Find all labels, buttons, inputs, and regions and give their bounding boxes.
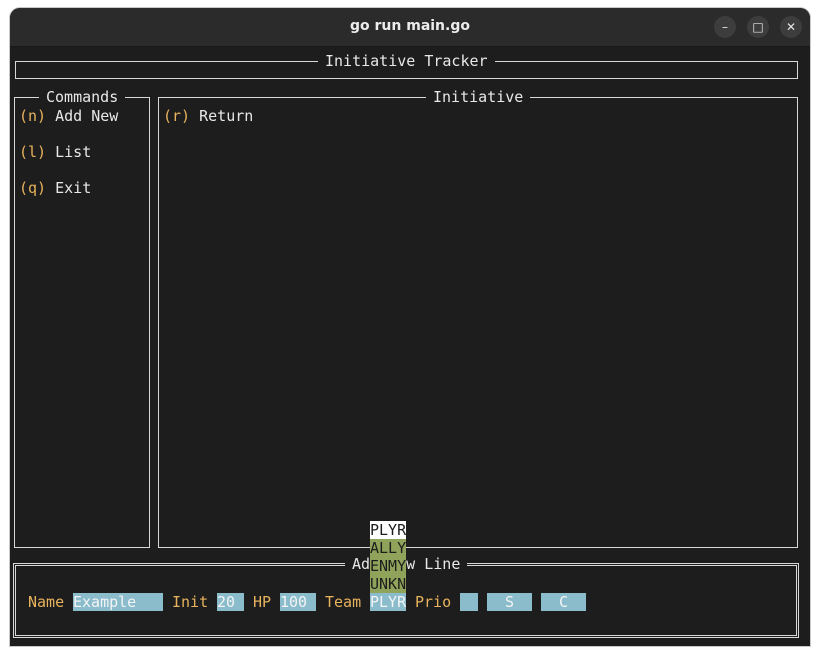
team-option-enmy[interactable]: ENMY xyxy=(370,557,406,575)
commands-panel: Commands xyxy=(14,88,150,548)
prio-input[interactable] xyxy=(460,593,478,611)
form-title: Add New Line xyxy=(345,555,468,573)
team-option-plyr[interactable]: PLYR xyxy=(370,521,406,539)
command-label: Add New xyxy=(55,107,119,125)
terminal-window: go run main.go – □ ✕ Initiative Tracker … xyxy=(10,8,810,646)
close-icon[interactable]: ✕ xyxy=(780,16,802,38)
title-bar: go run main.go – □ ✕ xyxy=(10,8,810,47)
terminal-content: Initiative Tracker Commands (n) Add New … xyxy=(10,47,810,646)
init-input[interactable]: 20 xyxy=(217,593,244,611)
initiative-panel: Initiative xyxy=(158,88,798,548)
command-label: Exit xyxy=(55,179,92,197)
name-label: Name xyxy=(28,593,65,611)
command-key: (n) xyxy=(19,107,47,125)
team-select[interactable]: PLYR xyxy=(370,593,406,611)
header-box: Initiative Tracker xyxy=(15,52,798,79)
command-label: Return xyxy=(199,107,254,125)
command-list[interactable]: (l) List xyxy=(19,143,91,161)
save-button[interactable]: S xyxy=(487,593,532,611)
minimize-icon[interactable]: – xyxy=(714,16,736,38)
command-key: (r) xyxy=(163,107,191,125)
commands-title: Commands xyxy=(39,88,126,106)
command-key: (l) xyxy=(19,143,47,161)
hp-input[interactable]: 100 xyxy=(280,593,316,611)
initiative-title: Initiative xyxy=(426,88,531,106)
cancel-button[interactable]: C xyxy=(541,593,586,611)
prio-label: Prio xyxy=(415,593,452,611)
initiative-return[interactable]: (r) Return xyxy=(163,107,253,125)
name-input[interactable]: Example xyxy=(73,593,163,611)
init-label: Init xyxy=(172,593,209,611)
command-key: (q) xyxy=(19,179,47,197)
command-exit[interactable]: (q) Exit xyxy=(19,179,91,197)
command-add-new[interactable]: (n) Add New xyxy=(19,107,118,125)
team-option-unkn[interactable]: UNKN xyxy=(370,575,406,593)
command-label: List xyxy=(55,143,92,161)
team-label: Team xyxy=(325,593,362,611)
app-title: Initiative Tracker xyxy=(318,52,495,70)
team-option-ally[interactable]: ALLY xyxy=(370,539,406,557)
hp-label: HP xyxy=(253,593,272,611)
maximize-icon[interactable]: □ xyxy=(747,16,769,38)
window-title: go run main.go xyxy=(350,18,470,34)
